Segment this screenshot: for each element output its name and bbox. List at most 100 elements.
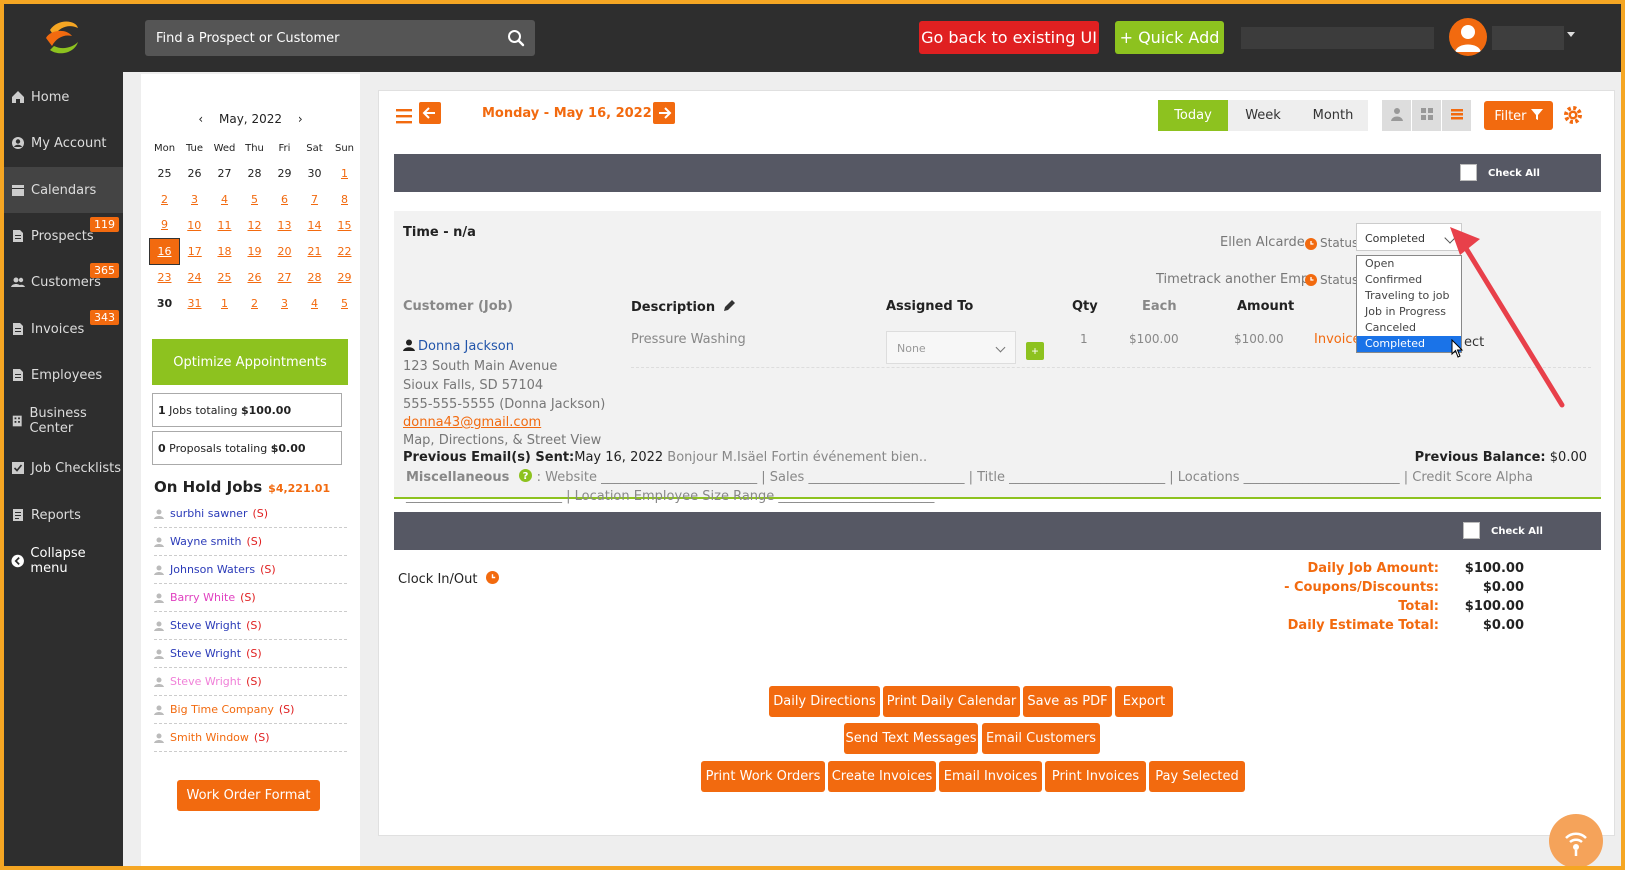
calendar-day-link[interactable]: 2 — [251, 297, 258, 310]
calendar-day[interactable]: 1 — [330, 160, 360, 186]
list-item[interactable]: Wayne smith (S) — [154, 528, 347, 556]
on-hold-name[interactable]: Smith Window — [170, 731, 249, 744]
sidebar-item-job-checklists[interactable]: Job Checklists — [4, 445, 123, 491]
list-item[interactable]: Big Time Company (S) — [154, 696, 347, 724]
calendar-day-link[interactable]: 1 — [341, 167, 348, 180]
calendar-day[interactable]: 14 — [300, 212, 330, 238]
logo-icon[interactable] — [40, 16, 84, 60]
today-button[interactable]: Today — [1158, 100, 1228, 131]
chevron-right-icon[interactable]: › — [298, 112, 303, 126]
calendar-day[interactable]: 31 — [180, 290, 210, 316]
week-button[interactable]: Week — [1228, 100, 1298, 131]
calendar-day[interactable]: 2 — [240, 290, 270, 316]
sidebar-item-customers[interactable]: Customers 365 — [4, 259, 123, 305]
calendar-day[interactable]: 9 — [150, 212, 180, 238]
calendar-day-link[interactable]: 18 — [218, 245, 232, 258]
list-view-button[interactable] — [1442, 100, 1471, 131]
calendar-day[interactable]: 12 — [240, 212, 270, 238]
calendar-day[interactable]: 15 — [330, 212, 360, 238]
calendar-day[interactable]: 27 — [270, 264, 300, 290]
hamburger-icon[interactable] — [394, 107, 414, 125]
calendar-day[interactable]: 23 — [150, 264, 180, 290]
list-item[interactable]: Barry White (S) — [154, 584, 347, 612]
clock-in-out[interactable]: Clock In/Out — [398, 571, 499, 587]
calendar-day[interactable]: 7 — [300, 186, 330, 212]
calendar-day[interactable]: 10 — [180, 212, 210, 238]
calendar-day-link[interactable]: 20 — [278, 245, 292, 258]
sidebar-item-prospects[interactable]: Prospects 119 — [4, 213, 123, 259]
calendar-day-link[interactable]: 13 — [278, 219, 292, 232]
chevron-left-icon[interactable]: ‹ — [198, 112, 203, 126]
search-input[interactable] — [145, 20, 535, 56]
help-icon[interactable]: ? — [519, 469, 533, 482]
email-invoices-button[interactable]: Email Invoices — [939, 761, 1042, 792]
calendar-day[interactable]: 30 — [300, 160, 330, 186]
calendar-day[interactable]: 27 — [210, 160, 240, 186]
timetrack-label[interactable]: Timetrack another Emp. — [1156, 272, 1313, 287]
calendar-day-link[interactable]: 2 — [161, 193, 168, 206]
calendar-day[interactable]: 18 — [210, 238, 240, 264]
calendar-day-link[interactable]: 21 — [308, 245, 322, 258]
calendar-day[interactable]: 24 — [180, 264, 210, 290]
calendar-day[interactable]: 26 — [180, 160, 210, 186]
pencil-icon[interactable] — [723, 299, 736, 312]
sidebar-item-collapse-menu[interactable]: Collapse menu — [4, 538, 123, 584]
pay-selected-button[interactable]: Pay Selected — [1149, 761, 1245, 792]
calendar-day-link[interactable]: 3 — [281, 297, 288, 310]
calendar-day-link[interactable]: 12 — [248, 219, 262, 232]
calendar-day[interactable]: 22 — [330, 238, 360, 264]
calendar-day-link[interactable]: 6 — [281, 193, 288, 206]
export-button[interactable]: Export — [1115, 686, 1173, 717]
invoice-link[interactable]: Invoice — [1314, 332, 1360, 347]
calendar-day-link[interactable]: 11 — [218, 219, 232, 232]
calendar-day-link[interactable]: 27 — [278, 271, 292, 284]
calendar-day[interactable]: 19 — [240, 238, 270, 264]
calendar-day-link[interactable]: 29 — [338, 271, 352, 284]
customer-link[interactable]: Donna Jackson — [403, 339, 514, 354]
sidebar-item-invoices[interactable]: Invoices 343 — [4, 306, 123, 352]
calendar-day-link[interactable]: 4 — [311, 297, 318, 310]
calendar-day-link[interactable]: 8 — [341, 193, 348, 206]
check-all-checkbox-2[interactable] — [1463, 522, 1480, 539]
search-icon[interactable] — [507, 29, 525, 47]
next-day-button[interactable] — [653, 102, 675, 124]
calendar-day-link[interactable]: 7 — [311, 193, 318, 206]
calendar-day-link[interactable]: 1 — [221, 297, 228, 310]
calendar-day-link[interactable]: 5 — [251, 193, 258, 206]
calendar-day[interactable]: 17 — [180, 238, 210, 264]
calendar-day[interactable]: 21 — [300, 238, 330, 264]
calendar-day[interactable]: 28 — [240, 160, 270, 186]
gear-icon[interactable] — [1562, 104, 1584, 126]
send-text-messages-button[interactable]: Send Text Messages — [844, 723, 978, 754]
calendar-day-link[interactable]: 17 — [188, 245, 202, 258]
calendar-day-link[interactable]: 14 — [308, 219, 322, 232]
calendar-day-link[interactable]: 31 — [188, 297, 202, 310]
calendar-day[interactable]: 28 — [300, 264, 330, 290]
calendar-day-link[interactable]: 4 — [221, 193, 228, 206]
calendar-day[interactable]: 29 — [270, 160, 300, 186]
calendar-day[interactable]: 5 — [240, 186, 270, 212]
calendar-day[interactable]: 16 — [149, 237, 180, 265]
print-invoices-button[interactable]: Print Invoices — [1045, 761, 1146, 792]
chevron-down-icon[interactable] — [1567, 32, 1575, 37]
calendar-day[interactable]: 26 — [240, 264, 270, 290]
calendar-day-link[interactable]: 16 — [158, 245, 172, 258]
calendar-day-link[interactable]: 3 — [191, 193, 198, 206]
on-hold-name[interactable]: Big Time Company — [170, 703, 274, 716]
list-item[interactable]: Steve Wright (S) — [154, 612, 347, 640]
on-hold-name[interactable]: Steve Wright — [170, 675, 241, 688]
sidebar-item-calendars[interactable]: Calendars — [4, 167, 123, 213]
calendar-day[interactable]: 8 — [330, 186, 360, 212]
calendar-day[interactable]: 1 — [210, 290, 240, 316]
calendar-day[interactable]: 5 — [330, 290, 360, 316]
person-view-button[interactable] — [1382, 100, 1411, 131]
calendar-day-link[interactable]: 10 — [187, 219, 201, 232]
avatar[interactable] — [1449, 18, 1487, 56]
email-link[interactable]: donna43@gmail.com — [403, 415, 541, 430]
prev-day-button[interactable] — [419, 102, 441, 124]
calendar-day[interactable]: 29 — [330, 264, 360, 290]
work-order-format-button[interactable]: Work Order Format — [177, 780, 320, 811]
sidebar-item-reports[interactable]: Reports — [4, 492, 123, 538]
map-link[interactable]: Map, Directions, & Street View — [403, 433, 601, 448]
daily-directions-button[interactable]: Daily Directions — [769, 686, 880, 717]
